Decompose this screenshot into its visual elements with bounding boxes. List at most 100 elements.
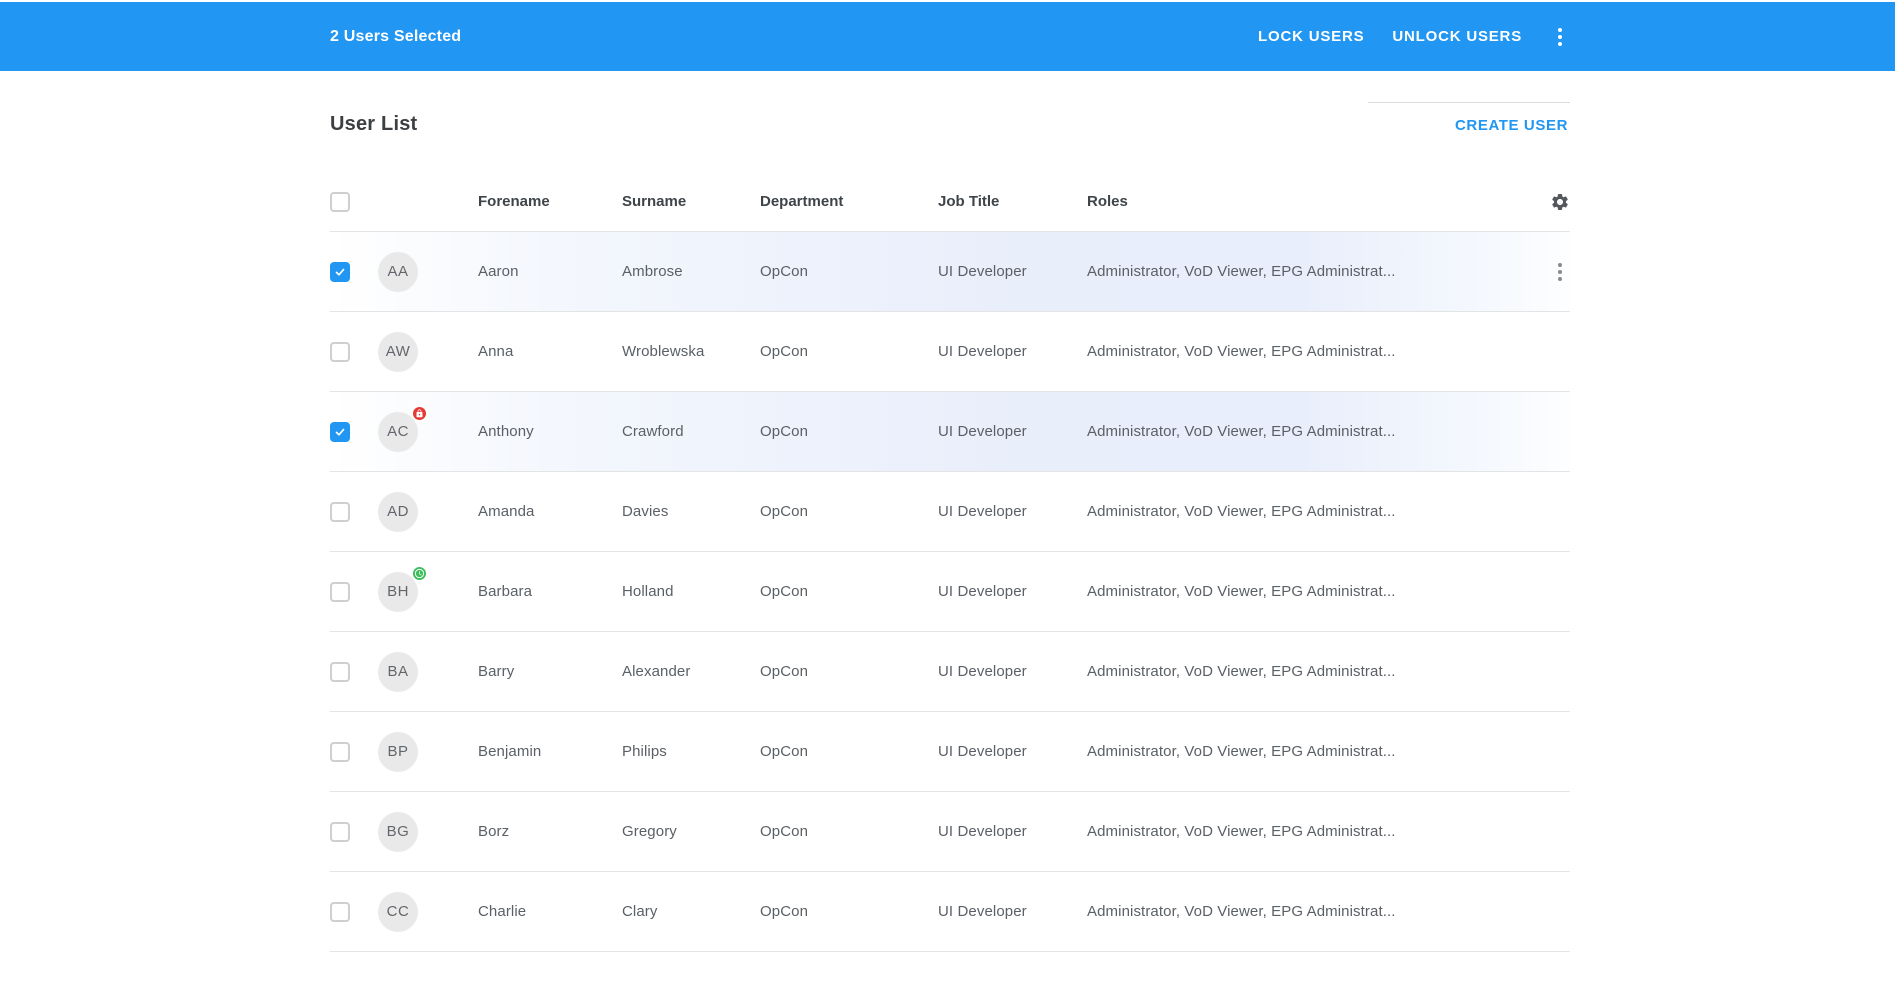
lock-badge [411, 405, 428, 422]
row-checkbox[interactable] [330, 502, 350, 522]
avatar: BP [378, 732, 418, 772]
avatar: AC [378, 412, 418, 452]
cell-roles: Administrator, VoD Viewer, EPG Administr… [1087, 583, 1550, 600]
cell-forename: Anna [478, 343, 622, 360]
cell-roles: Administrator, VoD Viewer, EPG Administr… [1087, 343, 1550, 360]
select-all-checkbox[interactable] [330, 192, 350, 212]
cell-department: OpCon [760, 343, 938, 360]
kebab-menu-icon[interactable] [1550, 24, 1570, 50]
table-row[interactable]: AW Anna Wroblewska OpCon UI Developer Ad… [330, 312, 1570, 392]
cell-job-title: UI Developer [938, 903, 1087, 920]
cell-department: OpCon [760, 423, 938, 440]
cell-surname: Clary [622, 903, 760, 920]
user-management-screen: 2 Users Selected LOCK USERS UNLOCK USERS… [0, 0, 1895, 982]
check-icon [333, 265, 347, 279]
table-row[interactable]: BG Borz Gregory OpCon UI Developer Admin… [330, 792, 1570, 872]
row-checkbox[interactable] [330, 902, 350, 922]
cell-job-title: UI Developer [938, 823, 1087, 840]
lock-icon [415, 409, 424, 418]
search-input[interactable] [1368, 76, 1570, 103]
create-user-button[interactable]: CREATE USER [1455, 117, 1568, 134]
avatar: BA [378, 652, 418, 692]
clock-badge [411, 565, 428, 582]
table-row[interactable]: AD Amanda Davies OpCon UI Developer Admi… [330, 472, 1570, 552]
lock-users-button[interactable]: LOCK USERS [1258, 28, 1364, 45]
table-row[interactable]: AC Anthony Crawford OpCon UI Developer A… [330, 392, 1570, 472]
check-icon [333, 425, 347, 439]
cell-forename: Barbara [478, 583, 622, 600]
cell-roles: Administrator, VoD Viewer, EPG Administr… [1087, 263, 1550, 280]
row-checkbox[interactable] [330, 822, 350, 842]
row-checkbox[interactable] [330, 662, 350, 682]
table-row[interactable]: BP Benjamin Philips OpCon UI Developer A… [330, 712, 1570, 792]
unlock-users-button[interactable]: UNLOCK USERS [1392, 28, 1522, 45]
table-row[interactable]: CC Charlie Clary OpCon UI Developer Admi… [330, 872, 1570, 952]
cell-department: OpCon [760, 903, 938, 920]
cell-forename: Amanda [478, 503, 622, 520]
cell-surname: Philips [622, 743, 760, 760]
cell-job-title: UI Developer [938, 343, 1087, 360]
avatar-initials: AC [387, 423, 409, 440]
page-title: User List [330, 113, 417, 136]
table-header-row: Forename Surname Department Job Title Ro… [330, 172, 1570, 232]
avatar-initials: AD [387, 503, 409, 520]
avatar-initials: BH [387, 583, 409, 600]
cell-department: OpCon [760, 583, 938, 600]
cell-surname: Davies [622, 503, 760, 520]
cell-forename: Benjamin [478, 743, 622, 760]
column-header-job-title[interactable]: Job Title [938, 193, 1087, 210]
cell-forename: Aaron [478, 263, 622, 280]
avatar-initials: CC [387, 903, 410, 920]
cell-surname: Ambrose [622, 263, 760, 280]
avatar-initials: BG [387, 823, 410, 840]
cell-surname: Wroblewska [622, 343, 760, 360]
cell-surname: Crawford [622, 423, 760, 440]
avatar-initials: BA [387, 663, 408, 680]
column-header-department[interactable]: Department [760, 193, 938, 210]
avatar-initials: AW [386, 343, 411, 360]
column-header-roles[interactable]: Roles [1087, 193, 1550, 210]
row-checkbox[interactable] [330, 742, 350, 762]
cell-roles: Administrator, VoD Viewer, EPG Administr… [1087, 663, 1550, 680]
selection-action-bar: 2 Users Selected LOCK USERS UNLOCK USERS [0, 2, 1895, 71]
cell-forename: Borz [478, 823, 622, 840]
row-checkbox[interactable] [330, 342, 350, 362]
table-body: AA Aaron Ambrose OpCon UI Developer Admi… [330, 232, 1570, 952]
cell-surname: Holland [622, 583, 760, 600]
row-kebab-menu-icon[interactable] [1550, 259, 1570, 285]
avatar-initials: AA [387, 263, 408, 280]
cell-department: OpCon [760, 663, 938, 680]
cell-department: OpCon [760, 823, 938, 840]
avatar-initials: BP [387, 743, 408, 760]
selection-actions: LOCK USERS UNLOCK USERS [1258, 24, 1570, 50]
cell-job-title: UI Developer [938, 583, 1087, 600]
cell-forename: Charlie [478, 903, 622, 920]
cell-job-title: UI Developer [938, 503, 1087, 520]
cell-roles: Administrator, VoD Viewer, EPG Administr… [1087, 903, 1550, 920]
cell-job-title: UI Developer [938, 663, 1087, 680]
gear-icon[interactable] [1550, 192, 1570, 212]
cell-roles: Administrator, VoD Viewer, EPG Administr… [1087, 423, 1550, 440]
cell-forename: Anthony [478, 423, 622, 440]
table-row[interactable]: AA Aaron Ambrose OpCon UI Developer Admi… [330, 232, 1570, 312]
column-header-forename[interactable]: Forename [478, 193, 622, 210]
cell-surname: Alexander [622, 663, 760, 680]
cell-roles: Administrator, VoD Viewer, EPG Administr… [1087, 823, 1550, 840]
cell-job-title: UI Developer [938, 423, 1087, 440]
avatar: AD [378, 492, 418, 532]
cell-department: OpCon [760, 503, 938, 520]
clock-icon [414, 568, 425, 579]
avatar: AA [378, 252, 418, 292]
selection-count-label: 2 Users Selected [330, 28, 461, 46]
table-row[interactable]: BA Barry Alexander OpCon UI Developer Ad… [330, 632, 1570, 712]
column-header-surname[interactable]: Surname [622, 193, 760, 210]
cell-department: OpCon [760, 743, 938, 760]
table-row[interactable]: BH Barbara Holland OpCon UI Developer Ad… [330, 552, 1570, 632]
user-table: Forename Surname Department Job Title Ro… [330, 172, 1570, 952]
row-checkbox[interactable] [330, 422, 350, 442]
row-checkbox[interactable] [330, 582, 350, 602]
cell-department: OpCon [760, 263, 938, 280]
cell-forename: Barry [478, 663, 622, 680]
row-checkbox[interactable] [330, 262, 350, 282]
cell-roles: Administrator, VoD Viewer, EPG Administr… [1087, 503, 1550, 520]
